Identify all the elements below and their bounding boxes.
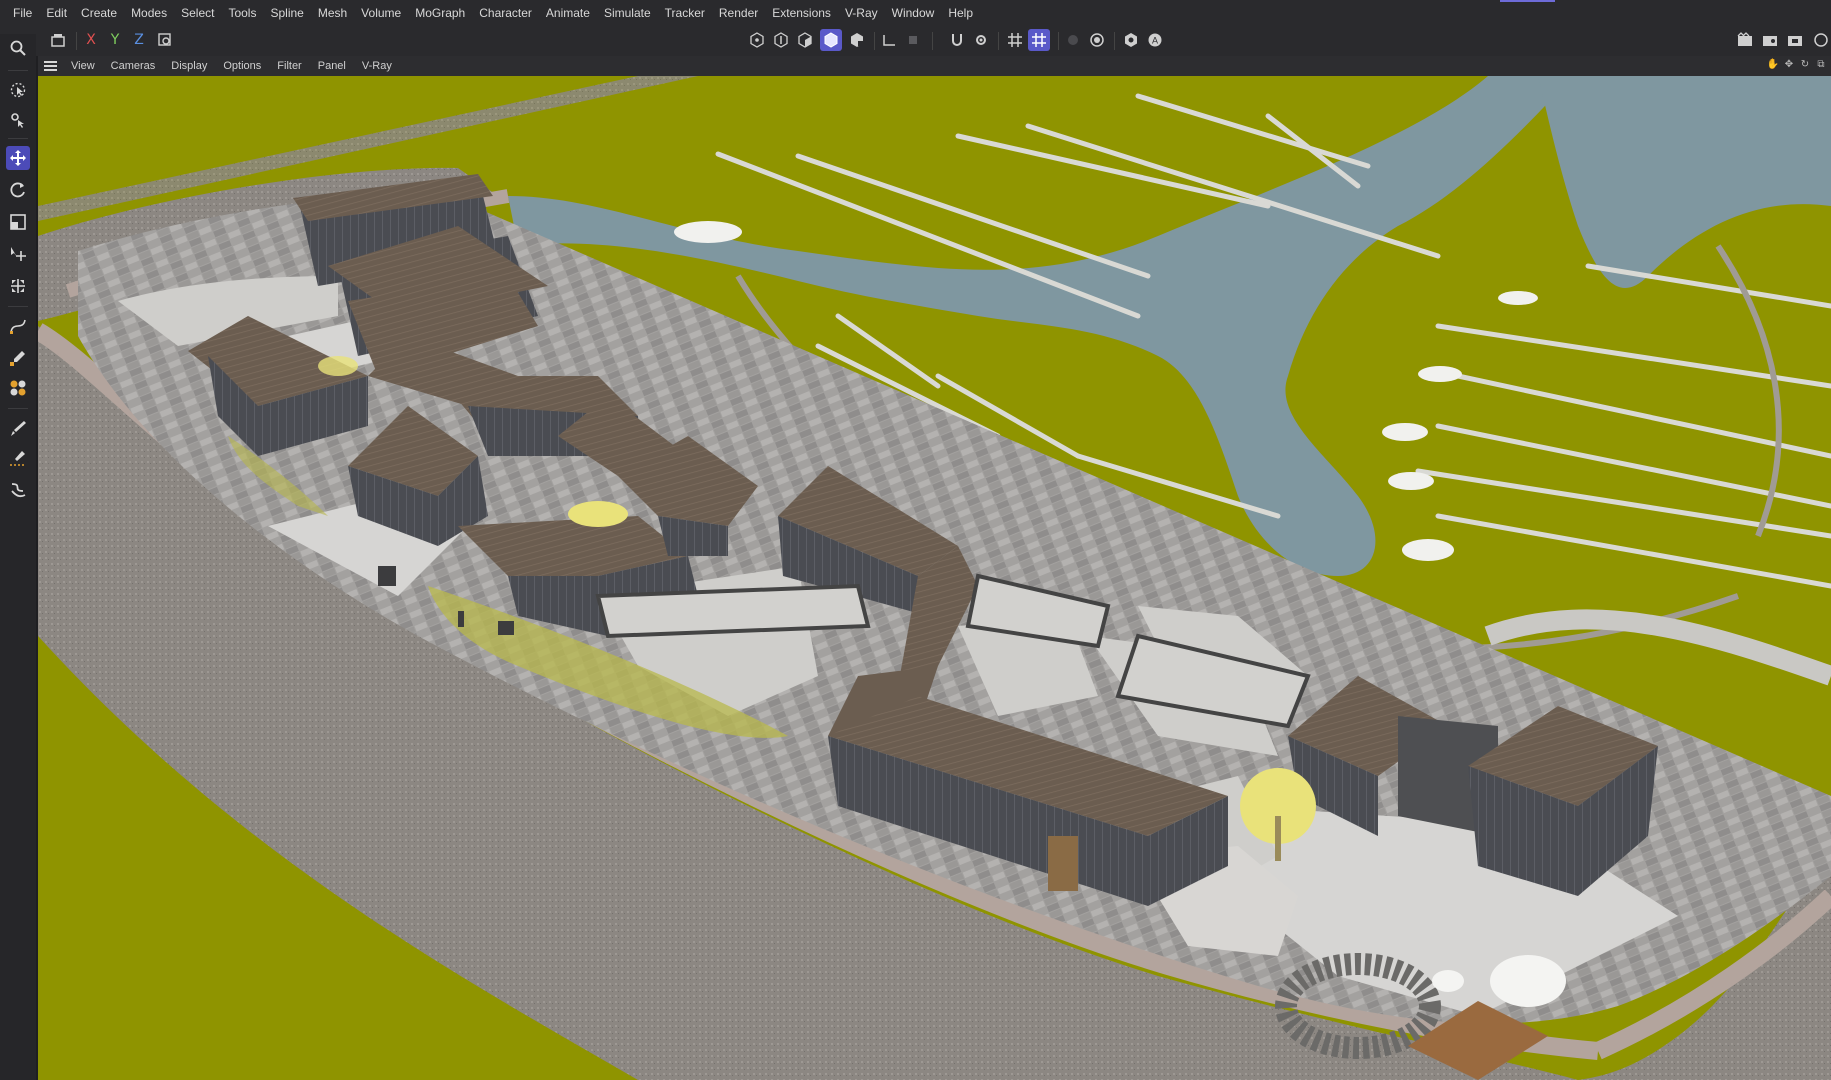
menu-simulate[interactable]: Simulate	[597, 0, 658, 26]
snap-icon[interactable]	[946, 29, 968, 51]
palette-separator	[8, 138, 28, 139]
axis-z-label: Z	[134, 32, 144, 48]
spline-pen-icon[interactable]	[6, 314, 30, 338]
axis-x-label: X	[86, 32, 96, 48]
grid-snap-icon[interactable]	[1028, 29, 1050, 51]
texture-mode-icon[interactable]	[846, 29, 868, 51]
snap-settings-icon[interactable]	[970, 29, 992, 51]
maximize-view-icon[interactable]: ⧉	[1815, 58, 1827, 70]
move-child-icon[interactable]	[6, 242, 30, 266]
toolbar-separator	[76, 32, 77, 50]
viewport-menu-options[interactable]: Options	[215, 60, 269, 72]
main-toolbar: X Y Z A	[0, 26, 1831, 56]
toolbar-separator	[1114, 32, 1115, 50]
render-picture-viewer-icon[interactable]	[1734, 29, 1756, 51]
menu-vray[interactable]: V-Ray	[838, 0, 885, 26]
viewport-menu-view[interactable]: View	[63, 60, 103, 72]
vray-icon[interactable]	[1120, 29, 1142, 51]
pan-icon[interactable]: ✋	[1767, 58, 1779, 70]
knife-icon[interactable]	[6, 446, 30, 470]
toolbar-separator	[932, 32, 933, 50]
menu-mesh[interactable]: Mesh	[311, 0, 354, 26]
axis-z-lock-button[interactable]: Z	[128, 29, 150, 51]
render-active-view-icon[interactable]	[1759, 29, 1781, 51]
menu-animate[interactable]: Animate	[539, 0, 597, 26]
viewport-menu-filter[interactable]: Filter	[269, 60, 309, 72]
undo-icon[interactable]	[47, 29, 69, 51]
sketch-icon[interactable]	[6, 346, 30, 370]
scene-render	[38, 76, 1831, 1080]
menu-spline[interactable]: Spline	[263, 0, 310, 26]
palette-separator	[8, 408, 28, 409]
menu-render[interactable]: Render	[712, 0, 765, 26]
menu-volume[interactable]: Volume	[354, 0, 408, 26]
paint-icon[interactable]	[6, 376, 30, 400]
model-mode-icon[interactable]	[820, 29, 842, 51]
menu-character[interactable]: Character	[472, 0, 539, 26]
toolbar-separator	[998, 32, 999, 50]
move-camera-icon[interactable]: ✥	[1783, 58, 1795, 70]
viewport-navigation: ✋ ✥ ↻ ⧉	[1767, 58, 1827, 70]
rotate-camera-icon[interactable]: ↻	[1799, 58, 1811, 70]
render-region-icon[interactable]	[1062, 29, 1084, 51]
rotate-icon[interactable]	[6, 178, 30, 202]
menu-help[interactable]: Help	[941, 0, 980, 26]
menu-bar: File Edit Create Modes Select Tools Spli…	[0, 0, 1831, 26]
render-queue-icon[interactable]	[1809, 29, 1831, 51]
scale-icon[interactable]	[6, 210, 30, 234]
live-selection-icon[interactable]	[6, 78, 30, 102]
coordinate-system-icon[interactable]	[154, 29, 176, 51]
move-icon[interactable]	[6, 146, 30, 170]
workplane-icon[interactable]	[878, 29, 900, 51]
menu-modes[interactable]: Modes	[124, 0, 174, 26]
menu-tracker[interactable]: Tracker	[658, 0, 712, 26]
axis-y-lock-button[interactable]: Y	[104, 29, 126, 51]
menu-create[interactable]: Create	[74, 0, 124, 26]
menu-edit[interactable]: Edit	[39, 0, 74, 26]
toolbar-separator	[874, 32, 875, 50]
axis-y-label: Y	[110, 32, 120, 48]
palette-separator	[8, 306, 28, 307]
left-tool-palette	[0, 34, 36, 1080]
palette-separator	[8, 70, 28, 71]
viewport-menu-bar: View Cameras Display Options Filter Pane…	[38, 56, 1831, 76]
render-view-icon[interactable]	[1086, 29, 1108, 51]
axis-x-lock-button[interactable]: X	[80, 29, 102, 51]
toolbar-separator	[1058, 32, 1059, 50]
viewport-menu-vray[interactable]: V-Ray	[354, 60, 400, 72]
polygons-mode-icon[interactable]	[794, 29, 816, 51]
scale-child-icon[interactable]	[6, 274, 30, 298]
edges-mode-icon[interactable]	[770, 29, 792, 51]
menu-file[interactable]: File	[6, 0, 39, 26]
points-mode-icon[interactable]	[746, 29, 768, 51]
layout-tab-indicator	[1500, 0, 1555, 2]
svg-text:A: A	[1152, 36, 1158, 46]
menu-extensions[interactable]: Extensions	[765, 0, 838, 26]
viewport-menu-panel[interactable]: Panel	[310, 60, 354, 72]
menu-tools[interactable]: Tools	[221, 0, 263, 26]
menu-window[interactable]: Window	[885, 0, 942, 26]
viewport-hamburger-icon[interactable]	[44, 61, 57, 71]
transfer-icon[interactable]	[6, 108, 30, 132]
twist-icon[interactable]	[6, 478, 30, 502]
render-settings-icon[interactable]	[1784, 29, 1806, 51]
viewport-menu-cameras[interactable]: Cameras	[103, 60, 164, 72]
search-icon[interactable]	[6, 36, 30, 60]
3d-viewport[interactable]	[38, 76, 1831, 1080]
viewport-menu-display[interactable]: Display	[163, 60, 215, 72]
vray-ipr-icon[interactable]: A	[1144, 29, 1166, 51]
menu-select[interactable]: Select	[174, 0, 221, 26]
menu-mograph[interactable]: MoGraph	[408, 0, 472, 26]
brush-icon[interactable]	[6, 416, 30, 440]
grid-icon[interactable]	[1004, 29, 1026, 51]
axis-modifier-icon[interactable]	[902, 29, 924, 51]
